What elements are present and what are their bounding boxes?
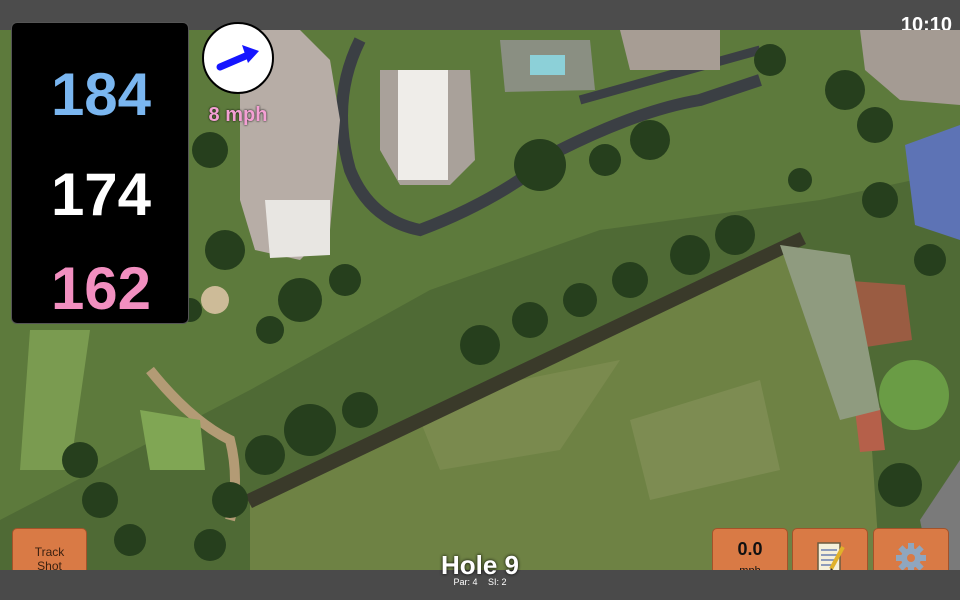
wind-speed: 8 mph — [208, 104, 268, 126]
back-distance: 184 — [50, 61, 152, 128]
arrow-northeast-icon — [216, 45, 259, 71]
track-shot-label-line1: Track — [34, 545, 65, 559]
wind-indicator — [202, 22, 274, 94]
hole-par: Par: 4 — [453, 577, 478, 587]
center-distance: 174 — [50, 161, 152, 228]
front-distance: 162 — [50, 255, 152, 322]
speed-value: 0.0 — [737, 539, 763, 559]
hole-info: Par: 4 SI: 2 — [380, 577, 580, 587]
distance-panel: 184 174 162 — [11, 22, 189, 324]
hole-stroke-index: SI: 2 — [488, 577, 507, 587]
